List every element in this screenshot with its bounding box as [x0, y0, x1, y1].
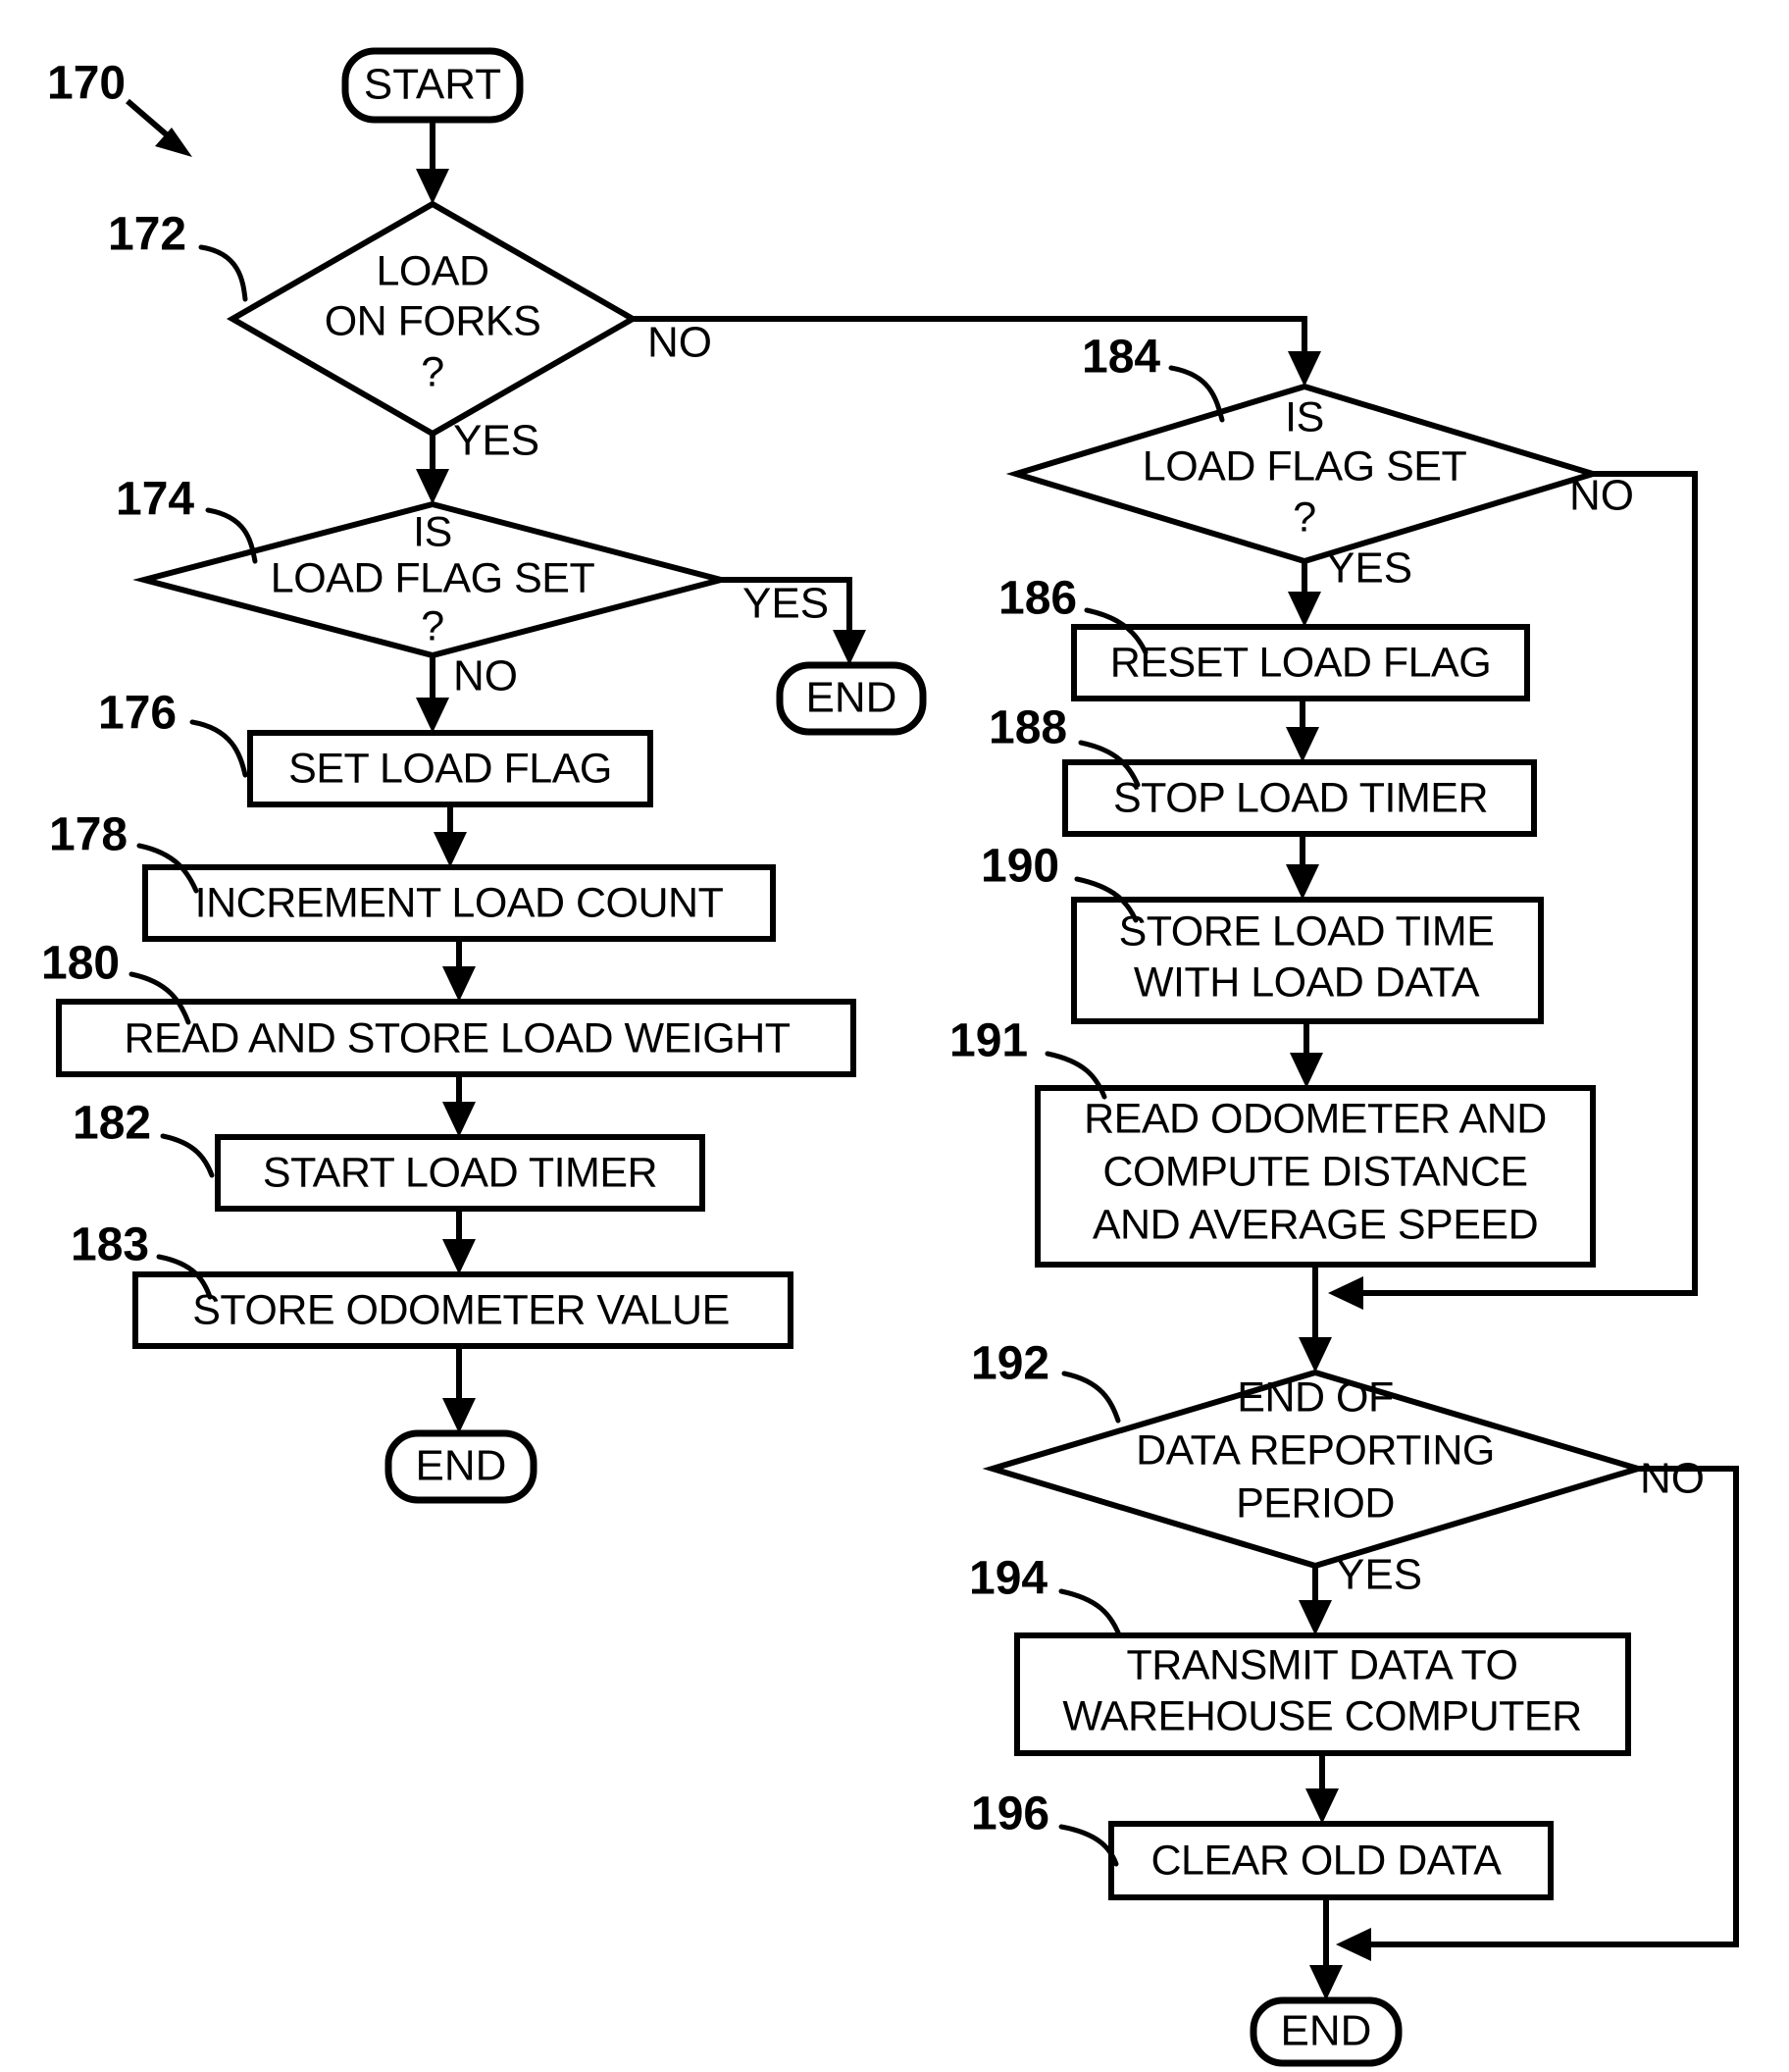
node-174-line-1: IS: [413, 508, 452, 555]
edge-180-182: [442, 1074, 476, 1137]
node-176-process: SET LOAD FLAG: [247, 730, 653, 807]
node-174-decision: IS LOAD FLAG SET ?: [132, 500, 733, 659]
node-182-process: START LOAD TIMER: [215, 1134, 705, 1212]
node-191-process: READ ODOMETER AND COMPUTE DISTANCE AND A…: [1035, 1085, 1596, 1268]
node-end-174: END: [776, 661, 927, 736]
ref-numeral-174: 174: [116, 474, 194, 526]
edge-176-178: [434, 804, 467, 867]
edge-label-172-yes: YES: [453, 417, 539, 465]
flowchart-canvas: START LOAD ON FORKS ? 172 170 NO YES IS …: [41, 47, 1739, 2067]
node-191-line-1: READ ODOMETER AND: [1084, 1095, 1547, 1142]
edge-184-yes: [1288, 561, 1321, 627]
edge-190-191: [1290, 1021, 1323, 1088]
flowchart-figure: START LOAD ON FORKS ? 172 170 NO YES IS …: [0, 0, 1789, 2072]
edge-178-180: [442, 939, 476, 1002]
ref-numeral-183: 183: [71, 1219, 149, 1271]
edge-174-no: [416, 655, 449, 733]
node-172-line-1: LOAD: [376, 247, 488, 294]
node-172-line-3: ?: [421, 348, 443, 395]
edge-186-188: [1286, 699, 1319, 762]
edge-188-190: [1286, 834, 1319, 900]
node-180-label: READ AND STORE LOAD WEIGHT: [124, 1014, 790, 1062]
edge-194-196: [1305, 1753, 1339, 1824]
ref-numeral-190: 190: [981, 841, 1059, 893]
node-194-line-1: TRANSMIT DATA TO: [1127, 1641, 1518, 1688]
node-184-line-1: IS: [1285, 393, 1324, 440]
edge-label-172-no: NO: [647, 319, 712, 367]
ref-numeral-191: 191: [949, 1015, 1028, 1067]
edge-196-end: [1309, 1897, 1343, 2000]
node-end-left-label: END: [416, 1442, 507, 1490]
node-184-line-3: ?: [1293, 493, 1315, 541]
edge-182-183: [442, 1209, 476, 1274]
node-194-process: TRANSMIT DATA TO WAREHOUSE COMPUTER: [1014, 1632, 1631, 1756]
node-end-left: END: [384, 1429, 537, 1504]
node-end-right: END: [1250, 1996, 1403, 2067]
edge-label-174-no: NO: [453, 652, 518, 700]
node-178-process: INCREMENT LOAD COUNT: [142, 864, 776, 942]
node-180-process: READ AND STORE LOAD WEIGHT: [56, 999, 856, 1077]
node-start-label: START: [364, 61, 501, 109]
ref-numeral-170: 170: [47, 58, 126, 110]
ref-numeral-194: 194: [969, 1553, 1048, 1605]
node-176-label: SET LOAD FLAG: [288, 745, 612, 792]
node-192-line-1: END OF: [1237, 1373, 1393, 1421]
ref-numeral-196: 196: [971, 1788, 1049, 1840]
node-191-line-2: COMPUTE DISTANCE: [1102, 1148, 1527, 1195]
node-183-label: STORE ODOMETER VALUE: [192, 1286, 730, 1333]
node-192-line-2: DATA REPORTING: [1136, 1426, 1495, 1474]
ref-numeral-180: 180: [41, 938, 120, 990]
node-186-label: RESET LOAD FLAG: [1110, 639, 1491, 686]
node-192-decision: END OF DATA REPORTING PERIOD: [982, 1369, 1649, 1570]
node-191-line-3: AND AVERAGE SPEED: [1093, 1201, 1538, 1248]
edge-183-end: [442, 1346, 476, 1433]
node-190-line-1: STORE LOAD TIME: [1119, 907, 1495, 955]
node-186-process: RESET LOAD FLAG: [1071, 624, 1530, 701]
node-end-right-label: END: [1281, 2007, 1372, 2055]
ref-numeral-188: 188: [989, 702, 1067, 754]
ref-numeral-176: 176: [98, 688, 177, 740]
node-172-line-2: ON FORKS: [325, 297, 541, 344]
node-end-174-label: END: [806, 674, 897, 722]
edge-label-192-no: NO: [1640, 1455, 1705, 1503]
ref-numeral-192: 192: [971, 1338, 1049, 1390]
ref-numeral-186: 186: [998, 573, 1077, 625]
node-178-label: INCREMENT LOAD COUNT: [195, 879, 724, 926]
ref-numeral-178: 178: [49, 809, 128, 861]
node-174-line-3: ?: [421, 602, 443, 649]
edge-172-no: [633, 316, 1321, 387]
edge-label-184-yes: YES: [1326, 544, 1412, 593]
ref-numeral-184: 184: [1082, 332, 1160, 384]
node-182-label: START LOAD TIMER: [263, 1149, 657, 1196]
edge-start-to-172: [416, 120, 449, 204]
node-188-process: STOP LOAD TIMER: [1062, 759, 1537, 837]
node-183-process: STORE ODOMETER VALUE: [132, 1271, 793, 1349]
node-196-process: CLEAR OLD DATA: [1108, 1821, 1554, 1900]
edge-label-174-yes: YES: [742, 580, 829, 628]
ref-numeral-172: 172: [108, 209, 186, 261]
figure-ref-arrow: [126, 98, 192, 157]
node-184-decision: IS LOAD FLAG SET ?: [1005, 383, 1604, 565]
edge-191-192: [1299, 1265, 1332, 1373]
edge-172-yes: [416, 434, 449, 504]
ref-numeral-182: 182: [73, 1098, 151, 1150]
node-174-line-2: LOAD FLAG SET: [271, 554, 595, 601]
node-184-line-2: LOAD FLAG SET: [1143, 442, 1467, 490]
node-190-process: STORE LOAD TIME WITH LOAD DATA: [1071, 897, 1544, 1024]
edge-192-yes: [1299, 1566, 1332, 1635]
edge-label-184-no: NO: [1569, 472, 1634, 520]
node-194-line-2: WAREHOUSE COMPUTER: [1062, 1692, 1581, 1739]
node-188-label: STOP LOAD TIMER: [1113, 774, 1488, 821]
node-190-line-2: WITH LOAD DATA: [1134, 958, 1480, 1006]
edge-label-192-yes: YES: [1336, 1551, 1422, 1599]
node-196-label: CLEAR OLD DATA: [1151, 1837, 1503, 1884]
node-start: START: [341, 47, 524, 124]
node-192-line-3: PERIOD: [1236, 1479, 1395, 1527]
node-172-decision: LOAD ON FORKS ?: [226, 200, 639, 438]
